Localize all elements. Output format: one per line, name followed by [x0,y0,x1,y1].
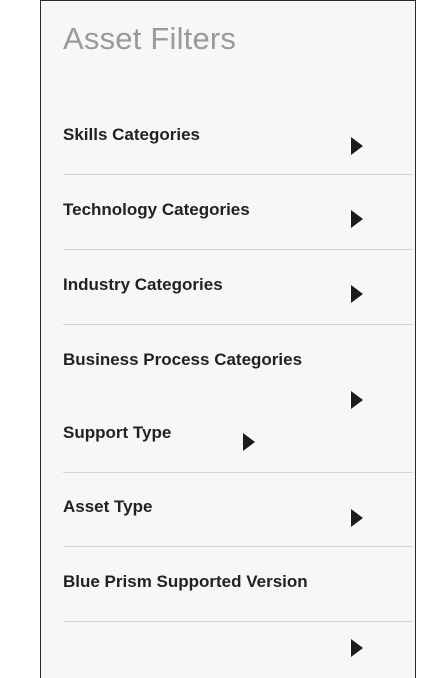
filter-industry-categories[interactable]: Industry Categories [63,271,413,325]
caret-right-icon [351,509,363,527]
caret-right-icon [351,210,363,228]
filter-asset-type[interactable]: Asset Type [63,493,413,547]
caret-right-icon [243,433,255,451]
divider [63,174,413,175]
filter-label: Support Type [63,423,172,442]
divider [63,324,413,325]
filter-label: Skills Categories [63,125,201,144]
asset-filters-panel: Asset Filters Skills Categories Technolo… [40,0,416,678]
filter-label: Blue Prism Supported Version [63,572,308,591]
filter-label: Industry Categories [63,275,223,294]
panel-title: Asset Filters [63,21,237,56]
divider [63,621,413,622]
filter-label: Business Process Categories [63,350,303,369]
caret-right-icon [351,285,363,303]
filter-support-type[interactable]: Support Type [63,419,413,473]
filter-label: Asset Type [63,497,153,516]
divider [63,472,413,473]
divider [63,249,413,250]
filter-technology-categories[interactable]: Technology Categories [63,196,413,250]
caret-right-icon [351,137,363,155]
filter-skills-categories[interactable]: Skills Categories [63,121,413,175]
caret-right-icon [351,391,363,409]
caret-right-icon [351,639,363,657]
divider [63,546,413,547]
filter-blue-prism-supported-version[interactable]: Blue Prism Supported Version [63,568,413,678]
filter-label: Technology Categories [63,200,250,219]
